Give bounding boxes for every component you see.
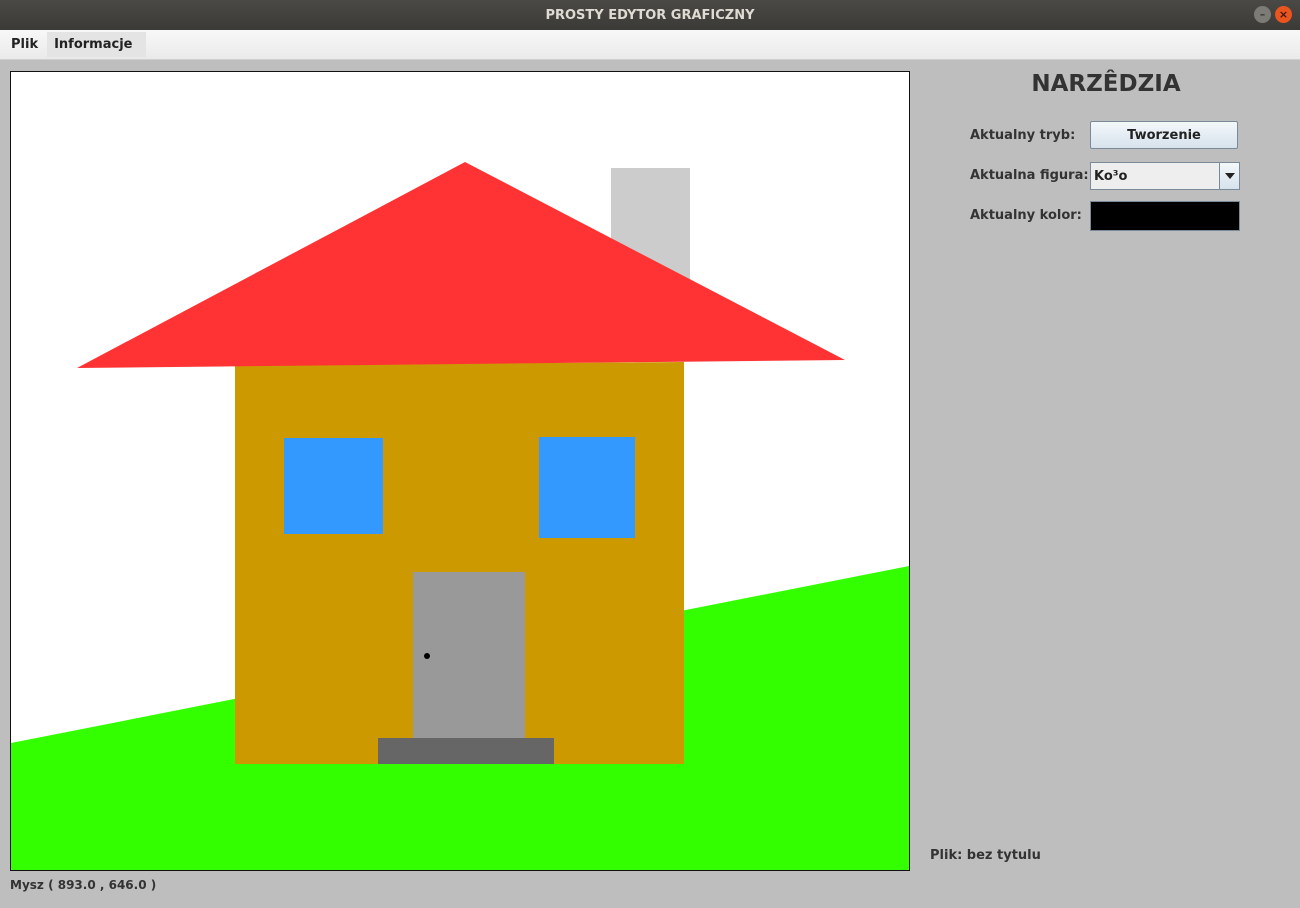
left-window-shape[interactable]	[284, 438, 383, 534]
shape-select[interactable]: Ko³o	[1090, 162, 1240, 190]
shape-select-value: Ko³o	[1094, 168, 1128, 184]
drawing-surface[interactable]	[11, 72, 909, 870]
menu-file[interactable]: Plik	[5, 32, 44, 57]
file-status: Plik: bez tytulu	[930, 848, 1041, 863]
color-swatch[interactable]	[1090, 201, 1240, 231]
menu-info[interactable]: Informacje	[47, 32, 147, 57]
right-window-shape[interactable]	[539, 437, 635, 538]
title-bar: PROSTY EDYTOR GRAFICZNY – ×	[0, 0, 1300, 30]
chevron-down-icon[interactable]	[1219, 163, 1239, 189]
mode-button[interactable]: Tworzenie	[1090, 121, 1238, 149]
door-knob-shape[interactable]	[424, 653, 430, 659]
shape-label: Aktualna figura:	[970, 168, 1089, 183]
drawing-canvas[interactable]	[10, 71, 910, 871]
step-shape[interactable]	[378, 738, 554, 764]
color-label: Aktualny kolor:	[970, 208, 1082, 223]
mouse-coordinates: Mysz ( 893.0 , 646.0 )	[10, 878, 157, 892]
mode-label: Aktualny tryb:	[970, 128, 1076, 143]
menu-bar: Plik Informacje	[0, 30, 1300, 60]
tools-title: NARZÊDZIA	[1031, 71, 1181, 97]
close-icon[interactable]: ×	[1275, 6, 1292, 23]
window-controls: – ×	[1254, 6, 1292, 23]
window-title: PROSTY EDYTOR GRAFICZNY	[545, 7, 755, 23]
minimize-icon[interactable]: –	[1254, 6, 1271, 23]
